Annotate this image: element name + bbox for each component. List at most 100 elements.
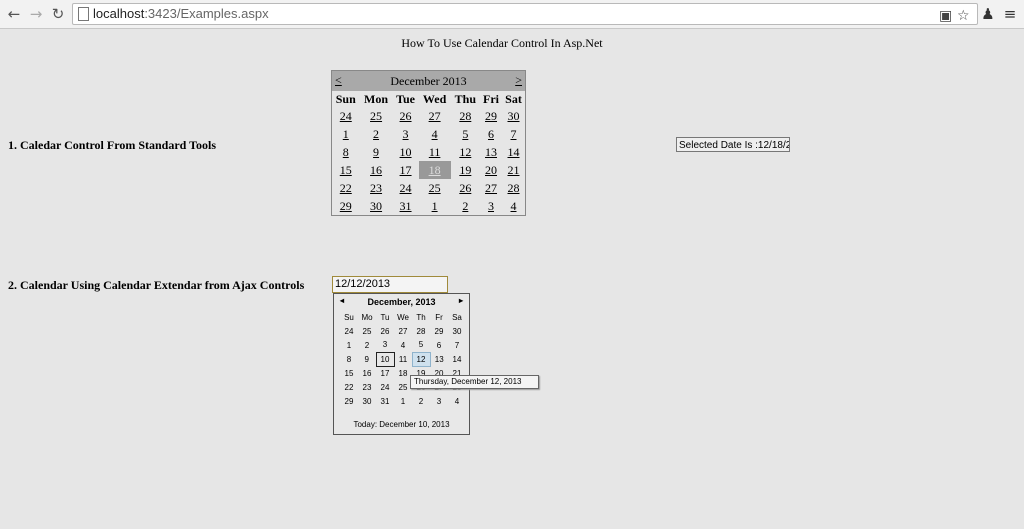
- calendar-day-link[interactable]: 29: [332, 197, 360, 215]
- calendar-day-cell[interactable]: 1: [394, 394, 412, 408]
- back-arrow-icon[interactable]: ←: [4, 4, 24, 24]
- calendar-day-cell[interactable]: 30: [448, 324, 466, 338]
- calendar-day-link[interactable]: 23: [360, 179, 393, 197]
- calendar-day-link[interactable]: 11: [419, 143, 451, 161]
- calendar-day-link[interactable]: 4: [419, 125, 451, 143]
- calendar-day-link[interactable]: 25: [360, 107, 393, 125]
- calendar-day-link[interactable]: 15: [332, 161, 360, 179]
- calendar-day-cell[interactable]: 2: [412, 394, 430, 408]
- calendar-day-link[interactable]: 24: [332, 107, 360, 125]
- calendar-day-cell[interactable]: 25: [358, 324, 376, 338]
- calendar-day-cell[interactable]: 22: [340, 380, 358, 394]
- calendar-week-row: 24 25 26 27 28 29 30: [332, 107, 525, 125]
- next-month-icon[interactable]: ▸: [459, 296, 463, 305]
- calendar-day-link[interactable]: 6: [480, 125, 502, 143]
- calendar-day-link[interactable]: 1: [419, 197, 451, 215]
- calendar-day-cell[interactable]: 17: [376, 366, 394, 380]
- calendar-day-cell[interactable]: 5: [412, 338, 430, 352]
- calendar-day-link[interactable]: 12: [451, 143, 480, 161]
- calendar-day-cell[interactable]: 16: [358, 366, 376, 380]
- calendar-day-link[interactable]: 24: [393, 179, 419, 197]
- calendar-week-row: 15 16 17 18 19 20 21: [332, 161, 525, 179]
- calendar-day-cell[interactable]: 24: [340, 324, 358, 338]
- calendar-day-link[interactable]: 31: [393, 197, 419, 215]
- calendar-day-cell[interactable]: 1: [340, 338, 358, 352]
- address-url[interactable]: localhost:3423/Examples.aspx: [93, 6, 269, 21]
- calendar-week-row: 29 30 31 1 2 3 4: [340, 394, 466, 408]
- calendar-day-cell[interactable]: 29: [430, 324, 448, 338]
- calendar-day-cell[interactable]: 7: [448, 338, 466, 352]
- calendar-day-cell[interactable]: 27: [394, 324, 412, 338]
- ajax-month-title[interactable]: December, 2013: [334, 297, 469, 307]
- calendar-day-cell[interactable]: 10: [375, 351, 395, 367]
- calendar-day-link[interactable]: 26: [451, 179, 480, 197]
- calendar-day-link[interactable]: 28: [502, 179, 525, 197]
- calendar-day-cell[interactable]: 9: [358, 352, 376, 366]
- calendar-day-cell[interactable]: 31: [376, 394, 394, 408]
- calendar-day-cell[interactable]: 30: [358, 394, 376, 408]
- calendar-day-link[interactable]: 27: [480, 179, 502, 197]
- calendar-day-cell[interactable]: 26: [376, 324, 394, 338]
- calendar-day-cell[interactable]: 12: [411, 351, 431, 367]
- section1-label: 1. Caledar Control From Standard Tools: [8, 138, 217, 152]
- calendar-day-cell[interactable]: 24: [376, 380, 394, 394]
- weekday-header: Th: [416, 312, 426, 322]
- calendar-day-link[interactable]: 27: [419, 107, 451, 125]
- calendar-day-link[interactable]: 30: [502, 107, 525, 125]
- calendar-day-link[interactable]: 17: [393, 161, 419, 179]
- calendar-day-link[interactable]: 21: [502, 161, 525, 179]
- calendar-day-cell[interactable]: 3: [376, 338, 394, 352]
- calendar-day-cell[interactable]: 23: [358, 380, 376, 394]
- calendar-day-link[interactable]: 9: [360, 143, 393, 161]
- next-month-link[interactable]: >: [515, 73, 522, 88]
- calendar-day-link[interactable]: 25: [419, 179, 451, 197]
- calendar-day-cell[interactable]: 13: [430, 352, 448, 366]
- calendar-day-link[interactable]: 22: [332, 179, 360, 197]
- calendar-day-link[interactable]: 18: [418, 161, 451, 179]
- calendar-day-cell[interactable]: 29: [340, 394, 358, 408]
- ajax-calendar-popup: ◂ December, 2013 ▸ Su Mo Tu We Th Fr Sa 24 25 26…: [333, 293, 470, 435]
- calendar-day-cell[interactable]: 14: [448, 352, 466, 366]
- bookmark-star-icon[interactable]: ☆: [957, 8, 970, 24]
- calendar-day-cell[interactable]: 28: [412, 324, 430, 338]
- calendar-day-link[interactable]: 8: [332, 143, 360, 161]
- reload-icon[interactable]: ↻: [48, 4, 68, 24]
- calendar-day-link[interactable]: 10: [393, 143, 419, 161]
- calendar-day-link[interactable]: 19: [451, 161, 480, 179]
- calendar-day-link[interactable]: 1: [332, 125, 360, 143]
- calendar-day-link[interactable]: 3: [480, 197, 502, 215]
- calendar-day-link[interactable]: 28: [451, 107, 480, 125]
- calendar-day-link[interactable]: 4: [502, 197, 525, 215]
- calendar-day-link[interactable]: 5: [451, 125, 480, 143]
- calendar-day-cell[interactable]: 2: [358, 338, 376, 352]
- calendar-day-link[interactable]: 26: [393, 107, 419, 125]
- address-bar[interactable]: localhost:3423/Examples.aspx ▣ ☆: [72, 3, 978, 25]
- calendar-week-row: 22232425262728: [332, 179, 525, 197]
- calendar-day-cell[interactable]: 4: [394, 338, 412, 352]
- calendar-day-cell[interactable]: 11: [394, 352, 412, 366]
- date-textbox[interactable]: 12/12/2013: [332, 276, 448, 293]
- calendar-day-link[interactable]: 16: [360, 161, 393, 179]
- calendar-day-link[interactable]: 13: [480, 143, 502, 161]
- calendar-day-link[interactable]: 29: [480, 107, 502, 125]
- calendar-day-link[interactable]: 30: [360, 197, 393, 215]
- page-action-icon[interactable]: ▣: [939, 8, 952, 24]
- calendar-day-cell[interactable]: 8: [340, 352, 358, 366]
- calendar-day-link[interactable]: 7: [502, 125, 525, 143]
- calendar-day-link[interactable]: 3: [393, 125, 419, 143]
- calendar-week-row: 1234567: [340, 338, 466, 352]
- calendar-day-link[interactable]: 2: [451, 197, 480, 215]
- menu-icon[interactable]: ≡: [1000, 4, 1020, 24]
- weekday-header: Fr: [435, 312, 443, 322]
- today-link[interactable]: Today: December 10, 2013: [334, 420, 469, 429]
- calendar-day-cell[interactable]: 15: [340, 366, 358, 380]
- forward-arrow-icon[interactable]: →: [26, 4, 46, 24]
- calendar-day-cell[interactable]: 6: [430, 338, 448, 352]
- calendar-day-cell[interactable]: 3: [430, 394, 448, 408]
- calendar-day-link[interactable]: 14: [502, 143, 525, 161]
- calendar-day-link[interactable]: 20: [480, 161, 502, 179]
- user-profile-icon[interactable]: ♟: [978, 4, 998, 24]
- browser-toolbar: ← → ↻ localhost:3423/Examples.aspx ▣ ☆ ♟…: [0, 0, 1024, 29]
- calendar-day-link[interactable]: 2: [360, 125, 393, 143]
- calendar-day-cell[interactable]: 4: [448, 394, 466, 408]
